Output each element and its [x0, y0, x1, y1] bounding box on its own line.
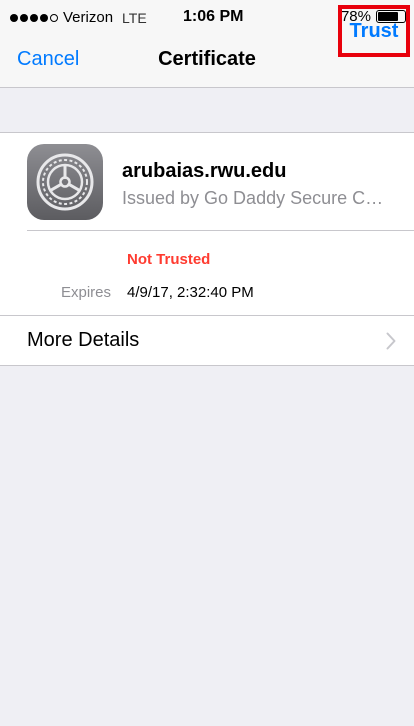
certificate-issuer: Issued by Go Daddy Secure Certificate Au…: [122, 188, 392, 208]
carrier-name: Verizon: [63, 9, 114, 26]
trust-status: Not Trusted: [127, 251, 211, 268]
more-details-label: More Details: [27, 329, 140, 351]
more-details-row[interactable]: More Details: [0, 316, 414, 366]
divider: [27, 230, 414, 231]
certificate-card: arubaias.rwu.edu Issued by Go Daddy Secu…: [0, 132, 414, 366]
status-time: 1:06 PM: [183, 8, 244, 25]
certificate-name: arubaias.rwu.edu: [122, 160, 287, 182]
expires-label: Expires: [61, 284, 112, 301]
signal-strength-icon: [10, 13, 58, 22]
trust-button[interactable]: Trust: [338, 5, 410, 57]
status-left: Verizon LTE: [10, 9, 147, 26]
chevron-right-icon: [386, 332, 396, 350]
cancel-button[interactable]: Cancel: [17, 48, 79, 71]
gear-svg: [36, 153, 94, 211]
signal-dot: [40, 13, 48, 22]
certificate-header: arubaias.rwu.edu Issued by Go Daddy Secu…: [0, 133, 414, 230]
signal-dot: [20, 13, 28, 22]
certificate-screen: Verizon LTE 1:06 PM 78% Cancel Certifica…: [0, 0, 414, 726]
signal-dot-empty: [50, 13, 58, 22]
signal-dot: [10, 13, 18, 22]
expires-value: 4/9/17, 2:32:40 PM: [127, 284, 254, 301]
navigation-bar: Cancel Certificate Trust: [0, 5, 414, 88]
settings-gear-icon: [27, 144, 103, 220]
section-spacer: [0, 88, 414, 132]
signal-dot: [30, 13, 38, 22]
network-type: LTE: [122, 9, 147, 26]
trust-button-label: Trust: [349, 20, 399, 42]
